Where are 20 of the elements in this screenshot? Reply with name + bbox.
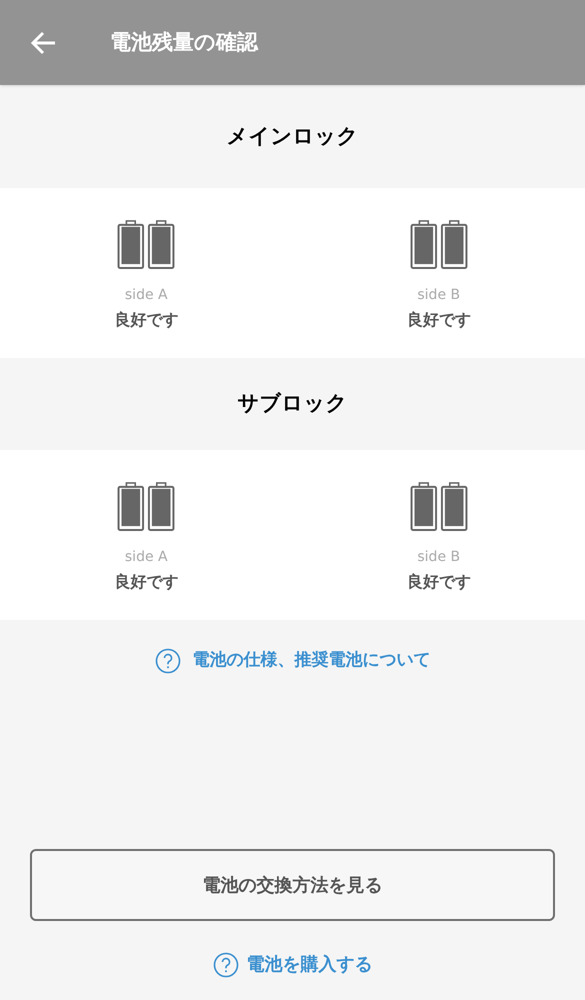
help-icon	[212, 952, 238, 978]
screen-title: 電池残量の確認	[110, 28, 258, 56]
side-label: side A	[124, 548, 168, 567]
side-label: side A	[124, 286, 168, 305]
battery-spec-link[interactable]: 電池の仕様、推奨電池について	[154, 648, 430, 674]
replace-guide-button[interactable]: 電池の交換方法を見る	[30, 849, 555, 921]
section-title: メインロック	[226, 122, 358, 150]
battery-icon	[410, 220, 468, 269]
help-icon	[154, 648, 180, 674]
battery-icon	[117, 220, 176, 269]
battery-icon	[117, 482, 176, 531]
buy-battery-link[interactable]: 電池を購入する	[212, 951, 372, 978]
side-label: side B	[417, 548, 460, 567]
battery-status: 良好です	[406, 571, 471, 593]
battery-status: 良好です	[406, 309, 471, 331]
section-title: サブロック	[238, 390, 348, 418]
battery-icon	[410, 482, 468, 531]
battery-status: 良好です	[114, 571, 178, 593]
battery-status: 良好です	[114, 309, 178, 331]
side-label: side B	[417, 286, 460, 305]
